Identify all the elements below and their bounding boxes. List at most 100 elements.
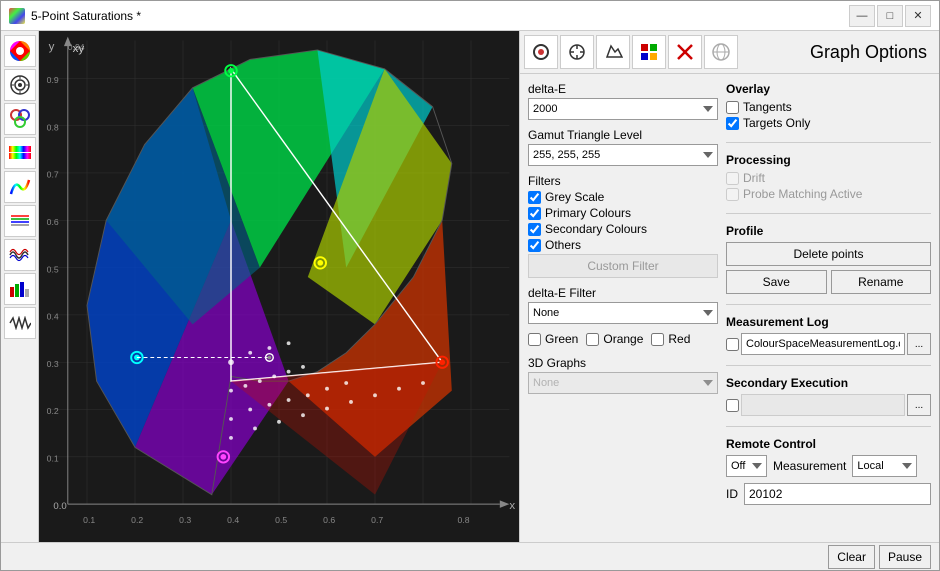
main-content: x y 0.0 0.1 0.2 0.3 0.4 0.5 0.6 0.7 0.8 … <box>1 31 939 542</box>
processing-section: Processing Drift Probe Matching Active <box>726 153 931 203</box>
waveform2-icon[interactable] <box>4 307 36 339</box>
save-button[interactable]: Save <box>726 270 827 294</box>
gradient-h-icon[interactable] <box>4 137 36 169</box>
svg-text:0.7: 0.7 <box>371 515 383 525</box>
wave-spectrum-icon[interactable] <box>4 171 36 203</box>
target2-icon[interactable] <box>4 69 36 101</box>
panel-btn-2[interactable] <box>560 35 594 69</box>
remote-local-select[interactable]: Local Remote <box>852 455 917 477</box>
panel-btn-6[interactable] <box>704 35 738 69</box>
color-wheel-icon[interactable] <box>4 35 36 67</box>
minimize-button[interactable]: — <box>849 5 875 27</box>
window-controls: — □ ✕ <box>849 5 931 27</box>
id-section: ID <box>726 483 931 505</box>
tangents-checkbox[interactable] <box>726 101 739 114</box>
graph-container[interactable]: x y 0.0 0.1 0.2 0.3 0.4 0.5 0.6 0.7 0.8 … <box>39 31 519 542</box>
grey-scale-label[interactable]: Grey Scale <box>545 190 604 204</box>
divider-2 <box>726 213 931 214</box>
title-bar: 5-Point Saturations * — □ ✕ <box>1 1 939 31</box>
delete-points-button[interactable]: Delete points <box>726 242 931 266</box>
svg-text:x: x <box>509 500 515 512</box>
delta-e-filter-select-wrapper: None 0.5 1.0 2.0 <box>528 302 718 324</box>
tangents-label[interactable]: Tangents <box>743 100 792 114</box>
svg-text:0.2: 0.2 <box>47 406 59 416</box>
right-column: Overlay Tangents Targets Only Pr <box>726 82 931 534</box>
processing-label: Processing <box>726 153 931 167</box>
panel-toolbar-icons <box>524 35 738 69</box>
panel-btn-5[interactable] <box>668 35 702 69</box>
red-row: Red <box>651 332 690 346</box>
remote-off-select[interactable]: Off On <box>726 455 767 477</box>
targets-only-checkbox[interactable] <box>726 117 739 130</box>
sine-wave-icon[interactable] <box>4 239 36 271</box>
maximize-button[interactable]: □ <box>877 5 903 27</box>
remote-local-select-wrapper: Local Remote <box>852 455 917 477</box>
orange-checkbox[interactable] <box>586 333 599 346</box>
remote-off-select-wrapper: Off On <box>726 455 767 477</box>
filters-label: Filters <box>528 174 718 188</box>
measurement-log-row: ... <box>726 333 931 355</box>
three-d-graphs-section: 3D Graphs None <box>528 356 718 394</box>
secondary-colours-checkbox[interactable] <box>528 223 541 236</box>
panel-btn-4[interactable] <box>632 35 666 69</box>
probe-matching-label: Probe Matching Active <box>743 187 862 201</box>
orange-row: Orange <box>586 332 643 346</box>
divider-4 <box>726 365 931 366</box>
rename-button[interactable]: Rename <box>831 270 932 294</box>
three-d-graphs-select[interactable]: None <box>528 372 718 394</box>
delta-e-filter-select[interactable]: None 0.5 1.0 2.0 <box>528 302 718 324</box>
svg-text:y: y <box>49 41 55 53</box>
drift-label: Drift <box>743 171 765 185</box>
primary-colours-checkbox[interactable] <box>528 207 541 220</box>
title-bar-left: 5-Point Saturations * <box>9 8 141 24</box>
measurement-log-checkbox[interactable] <box>726 338 739 351</box>
svg-text:0.5: 0.5 <box>275 515 287 525</box>
delta-e-select-wrapper: 2000 94 76 <box>528 98 718 120</box>
probe-matching-checkbox <box>726 188 739 201</box>
red-label[interactable]: Red <box>668 332 690 346</box>
panel-btn-3[interactable] <box>596 35 630 69</box>
others-checkbox[interactable] <box>528 239 541 252</box>
green-label[interactable]: Green <box>545 332 578 346</box>
secondary-colours-label[interactable]: Secondary Colours <box>545 222 647 236</box>
svg-text:0.8: 0.8 <box>47 122 59 132</box>
gamut-triangle-label: Gamut Triangle Level <box>528 128 718 142</box>
clear-button[interactable]: Clear <box>828 545 875 569</box>
panel-btn-1[interactable] <box>524 35 558 69</box>
svg-text:0.7: 0.7 <box>47 170 59 180</box>
multiline-icon[interactable] <box>4 205 36 237</box>
measurement-log-browse-button[interactable]: ... <box>907 333 931 355</box>
delta-e-select[interactable]: 2000 94 76 <box>528 98 718 120</box>
remote-control-row: Off On Measurement Local Remote <box>726 455 931 477</box>
close-button[interactable]: ✕ <box>905 5 931 27</box>
main-window: 5-Point Saturations * — □ ✕ <box>0 0 940 571</box>
overlay-section: Overlay Tangents Targets Only <box>726 82 931 132</box>
red-checkbox[interactable] <box>651 333 664 346</box>
overlay-label: Overlay <box>726 82 931 96</box>
tangents-row: Tangents <box>726 100 931 114</box>
green-checkbox[interactable] <box>528 333 541 346</box>
orange-label[interactable]: Orange <box>603 332 643 346</box>
id-input[interactable] <box>744 483 931 505</box>
primary-colours-label[interactable]: Primary Colours <box>545 206 631 220</box>
svg-text:0.4: 0.4 <box>227 515 239 525</box>
grey-scale-checkbox[interactable] <box>528 191 541 204</box>
profile-label: Profile <box>726 224 931 238</box>
bottom-bar: Clear Pause <box>1 542 939 570</box>
secondary-execution-row: ... <box>726 394 931 416</box>
measurement-log-label: Measurement Log <box>726 315 931 329</box>
drift-row: Drift <box>726 171 931 185</box>
measurement-log-input[interactable] <box>741 333 905 355</box>
others-label[interactable]: Others <box>545 238 581 252</box>
secondary-execution-checkbox[interactable] <box>726 399 739 412</box>
pause-button[interactable]: Pause <box>879 545 931 569</box>
remote-control-label: Remote Control <box>726 437 931 451</box>
grey-scale-row: Grey Scale <box>528 190 718 204</box>
targets-only-label[interactable]: Targets Only <box>743 116 810 130</box>
profile-section: Profile Delete points Save Rename <box>726 224 931 294</box>
secondary-execution-browse-button[interactable]: ... <box>907 394 931 416</box>
gamut-triangle-select[interactable]: 255, 255, 255 128, 128, 128 <box>528 144 718 166</box>
probe-matching-row: Probe Matching Active <box>726 187 931 201</box>
bar-chart-icon[interactable] <box>4 273 36 305</box>
filter-icon[interactable] <box>4 103 36 135</box>
